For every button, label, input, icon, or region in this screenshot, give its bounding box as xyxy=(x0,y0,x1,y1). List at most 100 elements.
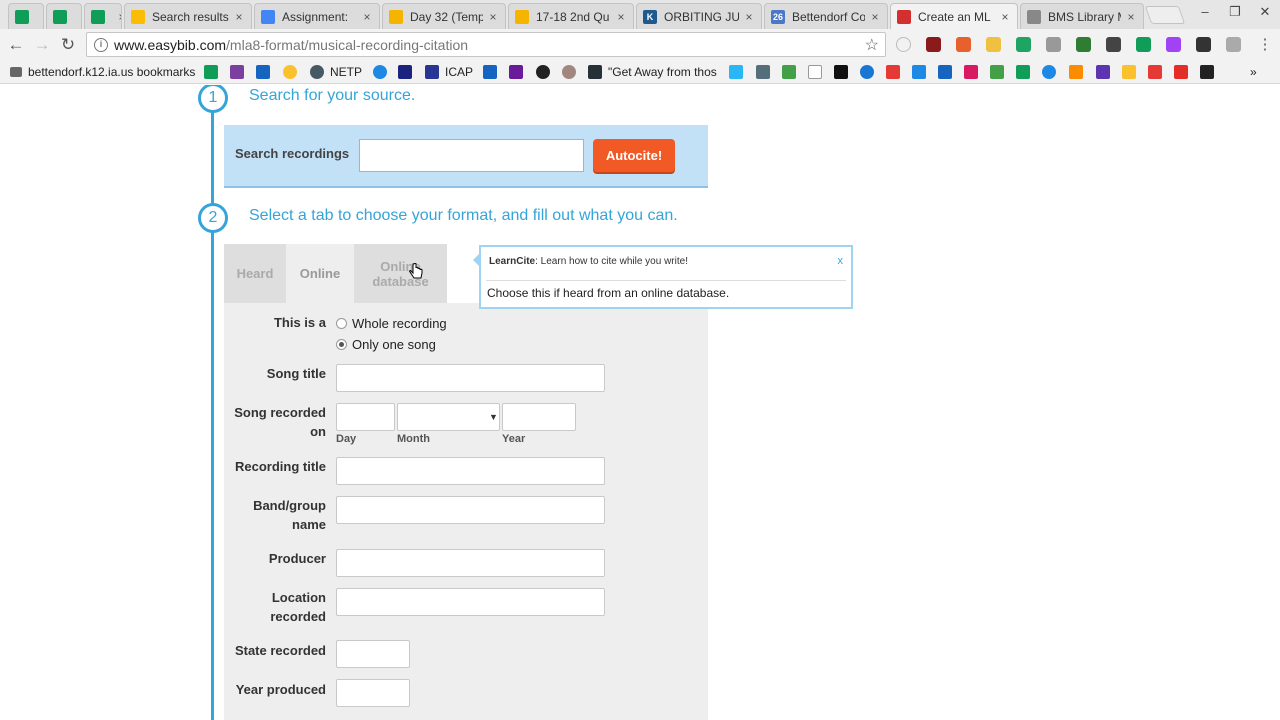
browser-tab[interactable]: Assignment: × xyxy=(254,3,380,29)
bookmark-icon[interactable] xyxy=(204,65,218,79)
bookmark-folder[interactable]: bettendorf.k12.ia.us bookmarks xyxy=(10,64,195,80)
day-field[interactable] xyxy=(336,403,395,431)
bookmark-icon[interactable] xyxy=(1096,65,1110,79)
browser-tab-active[interactable]: Create an ML × xyxy=(890,3,1018,29)
radio-dot-selected[interactable] xyxy=(336,339,347,350)
classroom-icon[interactable] xyxy=(1076,37,1091,52)
browser-tab[interactable]: Day 32 (Temp × xyxy=(382,3,506,29)
bookmark-icon[interactable] xyxy=(990,65,1004,79)
bookmark-icon[interactable] xyxy=(562,65,576,79)
search-recordings-input[interactable] xyxy=(359,139,584,172)
browser-tab[interactable] xyxy=(46,3,82,29)
extension-icon[interactable] xyxy=(1226,37,1241,52)
bookmark-icon[interactable] xyxy=(483,65,497,79)
tab-online-database[interactable]: Online database xyxy=(354,244,447,303)
extension-icon[interactable] xyxy=(1196,37,1211,52)
bookmark-get-away[interactable]: "Get Away from thos xyxy=(588,64,718,80)
youtube-icon[interactable] xyxy=(1174,65,1188,79)
extension-icon[interactable] xyxy=(986,37,1001,52)
tab-close-icon[interactable]: × xyxy=(869,10,881,24)
tab-close-icon[interactable]: × xyxy=(361,10,373,24)
reload-icon[interactable]: ↻ xyxy=(57,34,79,56)
recording-title-field[interactable] xyxy=(336,457,605,485)
tab-close-icon[interactable]: × xyxy=(233,10,245,24)
back-icon[interactable]: ← xyxy=(5,34,27,56)
new-tab-button[interactable] xyxy=(1144,6,1186,24)
blogger-icon[interactable] xyxy=(1069,65,1083,79)
extension-icon[interactable] xyxy=(1106,37,1121,52)
tab-close-icon[interactable]: × xyxy=(615,10,627,24)
bookmark-icon[interactable] xyxy=(536,65,550,79)
bookmark-icon[interactable] xyxy=(1148,65,1162,79)
browser-tab[interactable]: 26 Bettendorf Co × xyxy=(764,3,888,29)
band-group-name-field[interactable] xyxy=(336,496,605,524)
browser-tab[interactable]: Search results × xyxy=(124,3,252,29)
bookmark-icon[interactable] xyxy=(834,65,848,79)
tab-title: 17-18 2nd Qu xyxy=(536,9,610,24)
bookmark-icon[interactable] xyxy=(256,65,270,79)
bookmark-icon[interactable] xyxy=(283,65,297,79)
tab-close-icon[interactable]: × xyxy=(743,10,755,24)
tab-close-icon[interactable]: × xyxy=(116,10,121,24)
browser-tab[interactable]: × xyxy=(84,3,122,29)
bookmark-icap[interactable]: ICAP xyxy=(425,64,473,80)
extension-icon[interactable] xyxy=(926,37,941,52)
extension-icon[interactable] xyxy=(1136,37,1151,52)
extension-icon[interactable] xyxy=(956,37,971,52)
bookmark-icon[interactable] xyxy=(860,65,874,79)
calendar-bookmark-icon[interactable] xyxy=(938,65,952,79)
tab-close-icon[interactable]: × xyxy=(1125,10,1137,24)
bookmark-icon[interactable] xyxy=(912,65,926,79)
info-icon[interactable]: i xyxy=(94,37,108,52)
tab-close-icon[interactable]: × xyxy=(999,10,1011,24)
tooltip-close-icon[interactable]: x xyxy=(838,255,844,267)
browser-tab[interactable]: BMS Library M × xyxy=(1020,3,1144,29)
state-recorded-field[interactable] xyxy=(336,640,410,668)
producer-field[interactable] xyxy=(336,549,605,577)
radio-only-one-song[interactable]: Only one song xyxy=(336,337,436,352)
bookmark-icon[interactable] xyxy=(782,65,796,79)
bookmark-icon[interactable] xyxy=(1122,65,1136,79)
autocite-button[interactable]: Autocite! xyxy=(593,139,675,172)
bookmark-icon[interactable] xyxy=(1042,65,1056,79)
bookmark-icon[interactable] xyxy=(398,65,412,79)
bookmark-netp[interactable]: NETP xyxy=(310,64,362,80)
bookmark-icon[interactable] xyxy=(808,65,822,79)
extension-icon[interactable] xyxy=(1046,37,1061,52)
month-select[interactable]: ▼ xyxy=(397,403,500,431)
year-produced-field[interactable] xyxy=(336,679,410,707)
radio-whole-recording[interactable]: Whole recording xyxy=(336,316,447,331)
extension-icon[interactable] xyxy=(896,37,911,52)
location-recorded-field[interactable] xyxy=(336,588,605,616)
year-field[interactable] xyxy=(502,403,576,431)
extension-icon[interactable] xyxy=(1166,37,1181,52)
minimize-icon[interactable]: – xyxy=(1192,4,1218,19)
browser-tab[interactable] xyxy=(8,3,44,29)
tab-close-icon[interactable]: × xyxy=(487,10,499,24)
bookmark-icon[interactable] xyxy=(1200,65,1214,79)
tab-online[interactable]: Online xyxy=(286,244,354,303)
radio-dot[interactable] xyxy=(336,318,347,329)
bookmark-icon[interactable] xyxy=(729,65,743,79)
song-title-field[interactable] xyxy=(336,364,605,392)
bookmark-icon[interactable] xyxy=(886,65,900,79)
close-window-icon[interactable]: ✕ xyxy=(1252,4,1278,20)
bookmark-label: ICAP xyxy=(445,65,474,79)
bookmark-star-icon[interactable]: ☆ xyxy=(865,35,879,55)
kahoot-icon[interactable] xyxy=(509,65,523,79)
bookmark-icon[interactable] xyxy=(230,65,244,79)
gmail-icon[interactable] xyxy=(964,65,978,79)
address-bar[interactable]: i www.easybib.com /mla8-format/musical-r… xyxy=(86,32,886,57)
tab-heard[interactable]: Heard xyxy=(224,244,286,303)
search-label: Search recordings xyxy=(235,146,350,161)
browser-tab[interactable]: K ORBITING JUP × xyxy=(636,3,762,29)
drive-bookmark-icon[interactable] xyxy=(1016,65,1030,79)
menu-icon[interactable]: ⋮ xyxy=(1254,34,1276,56)
bookmarks-overflow-icon[interactable]: » xyxy=(1250,64,1257,80)
drive-extension-icon[interactable] xyxy=(1016,37,1031,52)
maximize-icon[interactable]: ❐ xyxy=(1222,4,1248,20)
forward-icon[interactable]: → xyxy=(31,34,53,56)
bookmark-icon[interactable] xyxy=(373,65,387,79)
bookmark-icon[interactable] xyxy=(756,65,770,79)
browser-tab[interactable]: 17-18 2nd Qu × xyxy=(508,3,634,29)
